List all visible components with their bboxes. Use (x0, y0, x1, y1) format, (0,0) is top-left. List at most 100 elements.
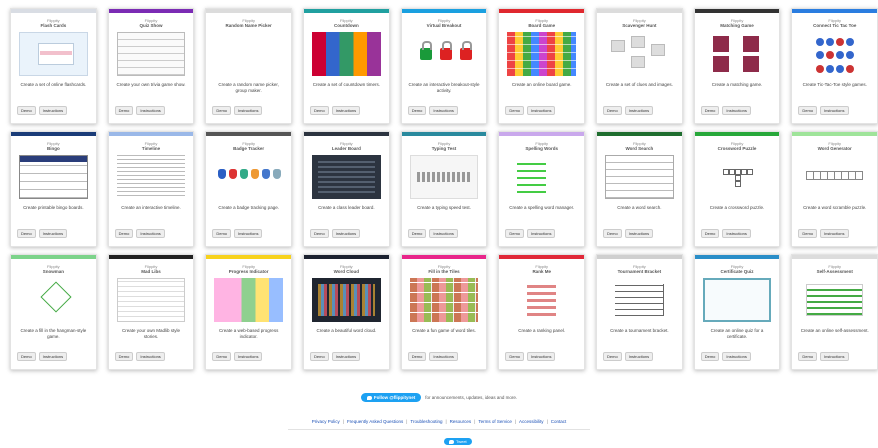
template-card[interactable]: Flippity Mad Libs Create your own Madlib… (107, 254, 195, 370)
template-card[interactable]: Flippity Scavenger Hunt Create a set of … (596, 8, 683, 124)
demo-button[interactable]: Demo (212, 106, 232, 115)
instructions-button[interactable]: Instructions (38, 229, 68, 238)
template-card[interactable]: Flippity Quiz Show Create your own trivi… (107, 8, 195, 124)
card-thumbnail[interactable] (703, 155, 772, 199)
instructions-button[interactable]: Instructions (136, 106, 165, 115)
demo-button[interactable]: Demo (798, 106, 818, 115)
demo-button[interactable]: Demo (212, 352, 232, 361)
card-thumbnail[interactable] (19, 278, 88, 322)
instructions-button[interactable]: Instructions (624, 352, 654, 361)
demo-button[interactable]: Demo (310, 352, 329, 361)
card-thumbnail[interactable] (800, 155, 869, 199)
instructions-button[interactable]: Instructions (38, 106, 68, 115)
template-card[interactable]: Flippity Word Search Create a word searc… (596, 131, 683, 247)
card-thumbnail[interactable] (605, 278, 674, 322)
card-thumbnail[interactable] (312, 278, 381, 322)
card-thumbnail[interactable] (312, 32, 381, 76)
demo-button[interactable]: Demo (407, 106, 427, 115)
footer-link[interactable]: Terms of Service (478, 419, 512, 424)
template-card[interactable]: Flippity Leader Board Create a class lea… (303, 131, 390, 247)
template-card[interactable]: Flippity Word Cloud Create a beautiful w… (303, 254, 390, 370)
instructions-button[interactable]: Instructions (722, 352, 751, 361)
template-card[interactable]: Flippity Matching Game Create a matching… (693, 8, 781, 124)
card-thumbnail[interactable] (312, 155, 381, 199)
template-card[interactable]: Flippity Timeline Create an interactive … (107, 131, 195, 247)
card-thumbnail[interactable] (800, 278, 869, 322)
demo-button[interactable]: Demo (700, 106, 720, 115)
template-card[interactable]: Flippity Connect Tic Tac Toe Create Tic-… (791, 8, 878, 124)
card-thumbnail[interactable] (409, 278, 479, 322)
demo-button[interactable]: Demo (17, 229, 36, 238)
instructions-button[interactable]: Instructions (722, 106, 751, 115)
demo-button[interactable]: Demo (700, 229, 720, 238)
template-card[interactable]: Flippity Bingo Create printable bingo bo… (10, 131, 97, 247)
demo-button[interactable]: Demo (407, 352, 427, 361)
card-thumbnail[interactable] (214, 155, 283, 199)
instructions-button[interactable]: Instructions (527, 106, 556, 115)
template-card[interactable]: Flippity Word Generator Create a word sc… (791, 131, 878, 247)
template-card[interactable]: Flippity Progress Indicator Create a web… (205, 254, 293, 370)
card-thumbnail[interactable] (800, 32, 869, 76)
card-thumbnail[interactable] (116, 278, 186, 322)
demo-button[interactable]: Demo (603, 106, 622, 115)
card-thumbnail[interactable] (116, 155, 186, 199)
card-thumbnail[interactable] (214, 278, 284, 322)
instructions-button[interactable]: Instructions (136, 352, 165, 361)
instructions-button[interactable]: Instructions (527, 229, 556, 238)
instructions-button[interactable]: Instructions (234, 229, 263, 238)
instructions-button[interactable]: Instructions (820, 352, 849, 361)
card-thumbnail[interactable] (703, 32, 772, 76)
demo-button[interactable]: Demo (603, 352, 622, 361)
instructions-button[interactable]: Instructions (429, 106, 458, 115)
card-thumbnail[interactable] (19, 32, 88, 76)
instructions-button[interactable]: Instructions (624, 106, 654, 115)
card-thumbnail[interactable] (116, 32, 186, 76)
demo-button[interactable]: Demo (114, 352, 134, 361)
demo-button[interactable]: Demo (17, 106, 36, 115)
template-card[interactable]: Flippity Countdown Create a set of count… (303, 8, 390, 124)
demo-button[interactable]: Demo (310, 229, 329, 238)
template-card[interactable]: Flippity Certificate Quiz Create an onli… (693, 254, 781, 370)
demo-button[interactable]: Demo (212, 229, 232, 238)
template-card[interactable]: Flippity Flash Cards Create a set of onl… (10, 8, 97, 124)
follow-twitter-button[interactable]: Follow @flippitynet (360, 393, 422, 402)
footer-link[interactable]: Privacy Policy (312, 419, 340, 424)
template-card[interactable]: Flippity Tournament Bracket Create a tou… (596, 254, 683, 370)
instructions-button[interactable]: Instructions (429, 352, 458, 361)
demo-button[interactable]: Demo (505, 106, 525, 115)
demo-button[interactable]: Demo (603, 229, 622, 238)
card-thumbnail[interactable] (214, 32, 283, 76)
instructions-button[interactable]: Instructions (331, 229, 361, 238)
footer-link[interactable]: Troubleshooting (410, 419, 442, 424)
instructions-button[interactable]: Instructions (624, 229, 654, 238)
footer-link[interactable]: Frequently Asked Questions (347, 419, 403, 424)
template-card[interactable]: Flippity Crossword Puzzle Create a cross… (693, 131, 781, 247)
demo-button[interactable]: Demo (700, 352, 720, 361)
instructions-button[interactable]: Instructions (820, 106, 849, 115)
card-thumbnail[interactable] (605, 155, 674, 199)
demo-button[interactable]: Demo (114, 106, 134, 115)
footer-link[interactable]: Resources (450, 419, 472, 424)
demo-button[interactable]: Demo (798, 229, 818, 238)
card-thumbnail[interactable] (507, 155, 576, 199)
tweet-button[interactable]: Tweet (444, 438, 472, 445)
demo-button[interactable]: Demo (505, 229, 525, 238)
instructions-button[interactable]: Instructions (331, 352, 361, 361)
demo-button[interactable]: Demo (310, 106, 329, 115)
template-card[interactable]: Flippity Snowman Create a fill in the ha… (10, 254, 97, 370)
footer-link[interactable]: Accessibility (519, 419, 544, 424)
template-card[interactable]: Flippity Self-Assessment Create an onlin… (791, 254, 878, 370)
demo-button[interactable]: Demo (798, 352, 818, 361)
template-card[interactable]: Flippity Virtual Breakout Create an inte… (400, 8, 488, 124)
demo-button[interactable]: Demo (114, 229, 134, 238)
instructions-button[interactable]: Instructions (722, 229, 751, 238)
card-thumbnail[interactable] (702, 278, 772, 322)
instructions-button[interactable]: Instructions (234, 106, 263, 115)
template-card[interactable]: Flippity Fill in the Tiles Create a fun … (400, 254, 488, 370)
instructions-button[interactable]: Instructions (234, 352, 263, 361)
card-thumbnail[interactable] (507, 278, 576, 322)
instructions-button[interactable]: Instructions (38, 352, 68, 361)
instructions-button[interactable]: Instructions (331, 106, 361, 115)
instructions-button[interactable]: Instructions (820, 229, 849, 238)
demo-button[interactable]: Demo (505, 352, 525, 361)
